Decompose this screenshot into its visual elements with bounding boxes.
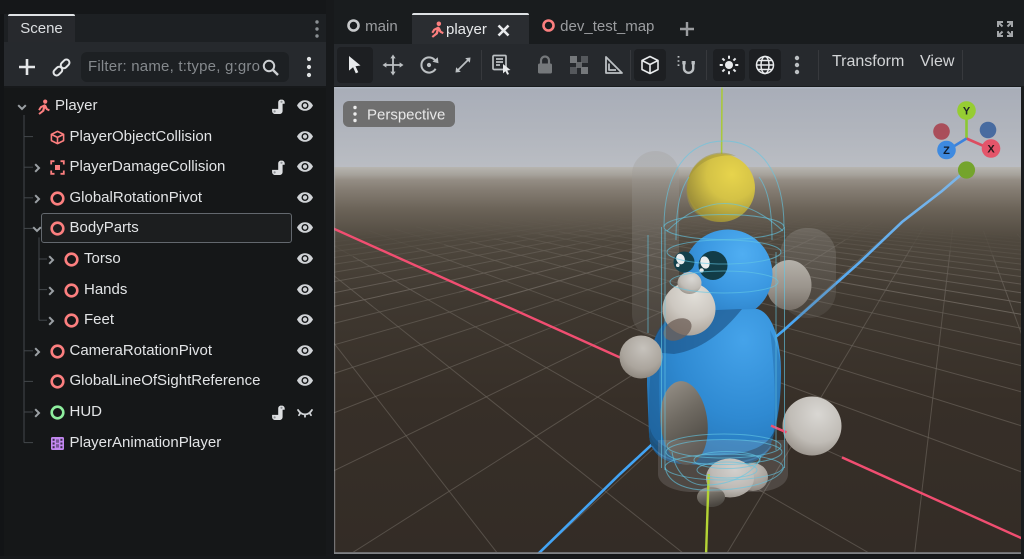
svg-text:Y: Y xyxy=(963,106,971,118)
svg-text:Z: Z xyxy=(943,145,950,157)
svg-text:X: X xyxy=(987,144,995,156)
svg-text:Perspective: Perspective xyxy=(367,107,445,124)
